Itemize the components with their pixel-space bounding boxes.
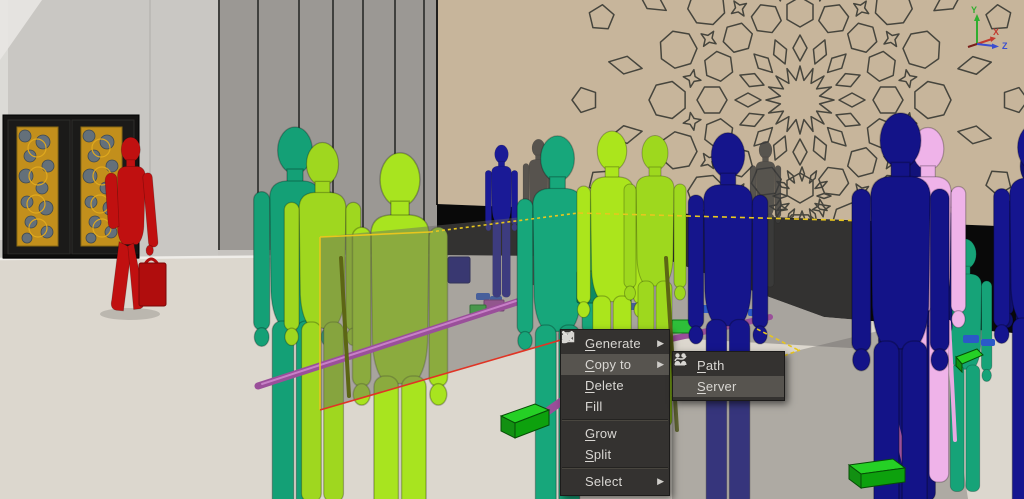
menu-item-select[interactable]: Select ▶ — [561, 471, 669, 492]
menu-item-label: Grow — [585, 426, 664, 441]
x-axis-label: X — [993, 27, 999, 37]
menu-item-label: Select — [585, 474, 649, 489]
y-axis-label: Y — [971, 5, 977, 15]
menu-item-delete[interactable]: Delete — [561, 375, 669, 396]
portal-wedge-right[interactable] — [849, 459, 905, 488]
3d-viewport[interactable]: Y X Z Generate ▶ Copy to ▶ Delete Fill G… — [0, 0, 1024, 499]
submenu-item-path[interactable]: Path — [673, 355, 784, 376]
scene-canvas[interactable]: Y X Z — [0, 0, 1024, 499]
menu-item-fill[interactable]: Fill — [561, 396, 669, 417]
server-people-icon — [677, 379, 694, 394]
delete-x-icon — [565, 378, 582, 393]
agent-shadow — [100, 308, 160, 320]
menu-separator — [562, 419, 668, 421]
submenu-arrow-icon: ▶ — [657, 359, 664, 370]
menu-item-copy-to[interactable]: Copy to ▶ — [561, 354, 669, 375]
submenu-arrow-icon: ▶ — [657, 338, 664, 349]
submenu-item-server[interactable]: Server — [673, 376, 784, 397]
menu-item-label: Path — [697, 358, 779, 373]
menu-item-label: Copy to — [585, 357, 649, 372]
menu-item-label: Split — [585, 447, 664, 462]
menu-item-label: Fill — [585, 399, 664, 414]
fill-brush-icon — [565, 399, 582, 414]
menu-item-grow[interactable]: Grow — [561, 423, 669, 444]
z-axis-label: Z — [1002, 41, 1008, 51]
blank-icon-slot — [565, 357, 582, 372]
menu-item-label: Generate — [585, 336, 649, 351]
copy-to-submenu: Path Server — [672, 351, 785, 401]
submenu-arrow-icon: ▶ — [657, 476, 664, 487]
context-menu: Generate ▶ Copy to ▶ Delete Fill Grow Sp… — [560, 329, 670, 496]
menu-item-label: Server — [697, 379, 779, 394]
menu-item-generate[interactable]: Generate ▶ — [561, 333, 669, 354]
blank-icon-slot — [565, 474, 582, 489]
split-knife-icon — [565, 447, 582, 462]
menu-item-split[interactable]: Split — [561, 444, 669, 465]
menu-separator — [562, 467, 668, 469]
red-briefcase — [139, 259, 166, 306]
grow-icon — [565, 426, 582, 441]
menu-item-label: Delete — [585, 378, 664, 393]
